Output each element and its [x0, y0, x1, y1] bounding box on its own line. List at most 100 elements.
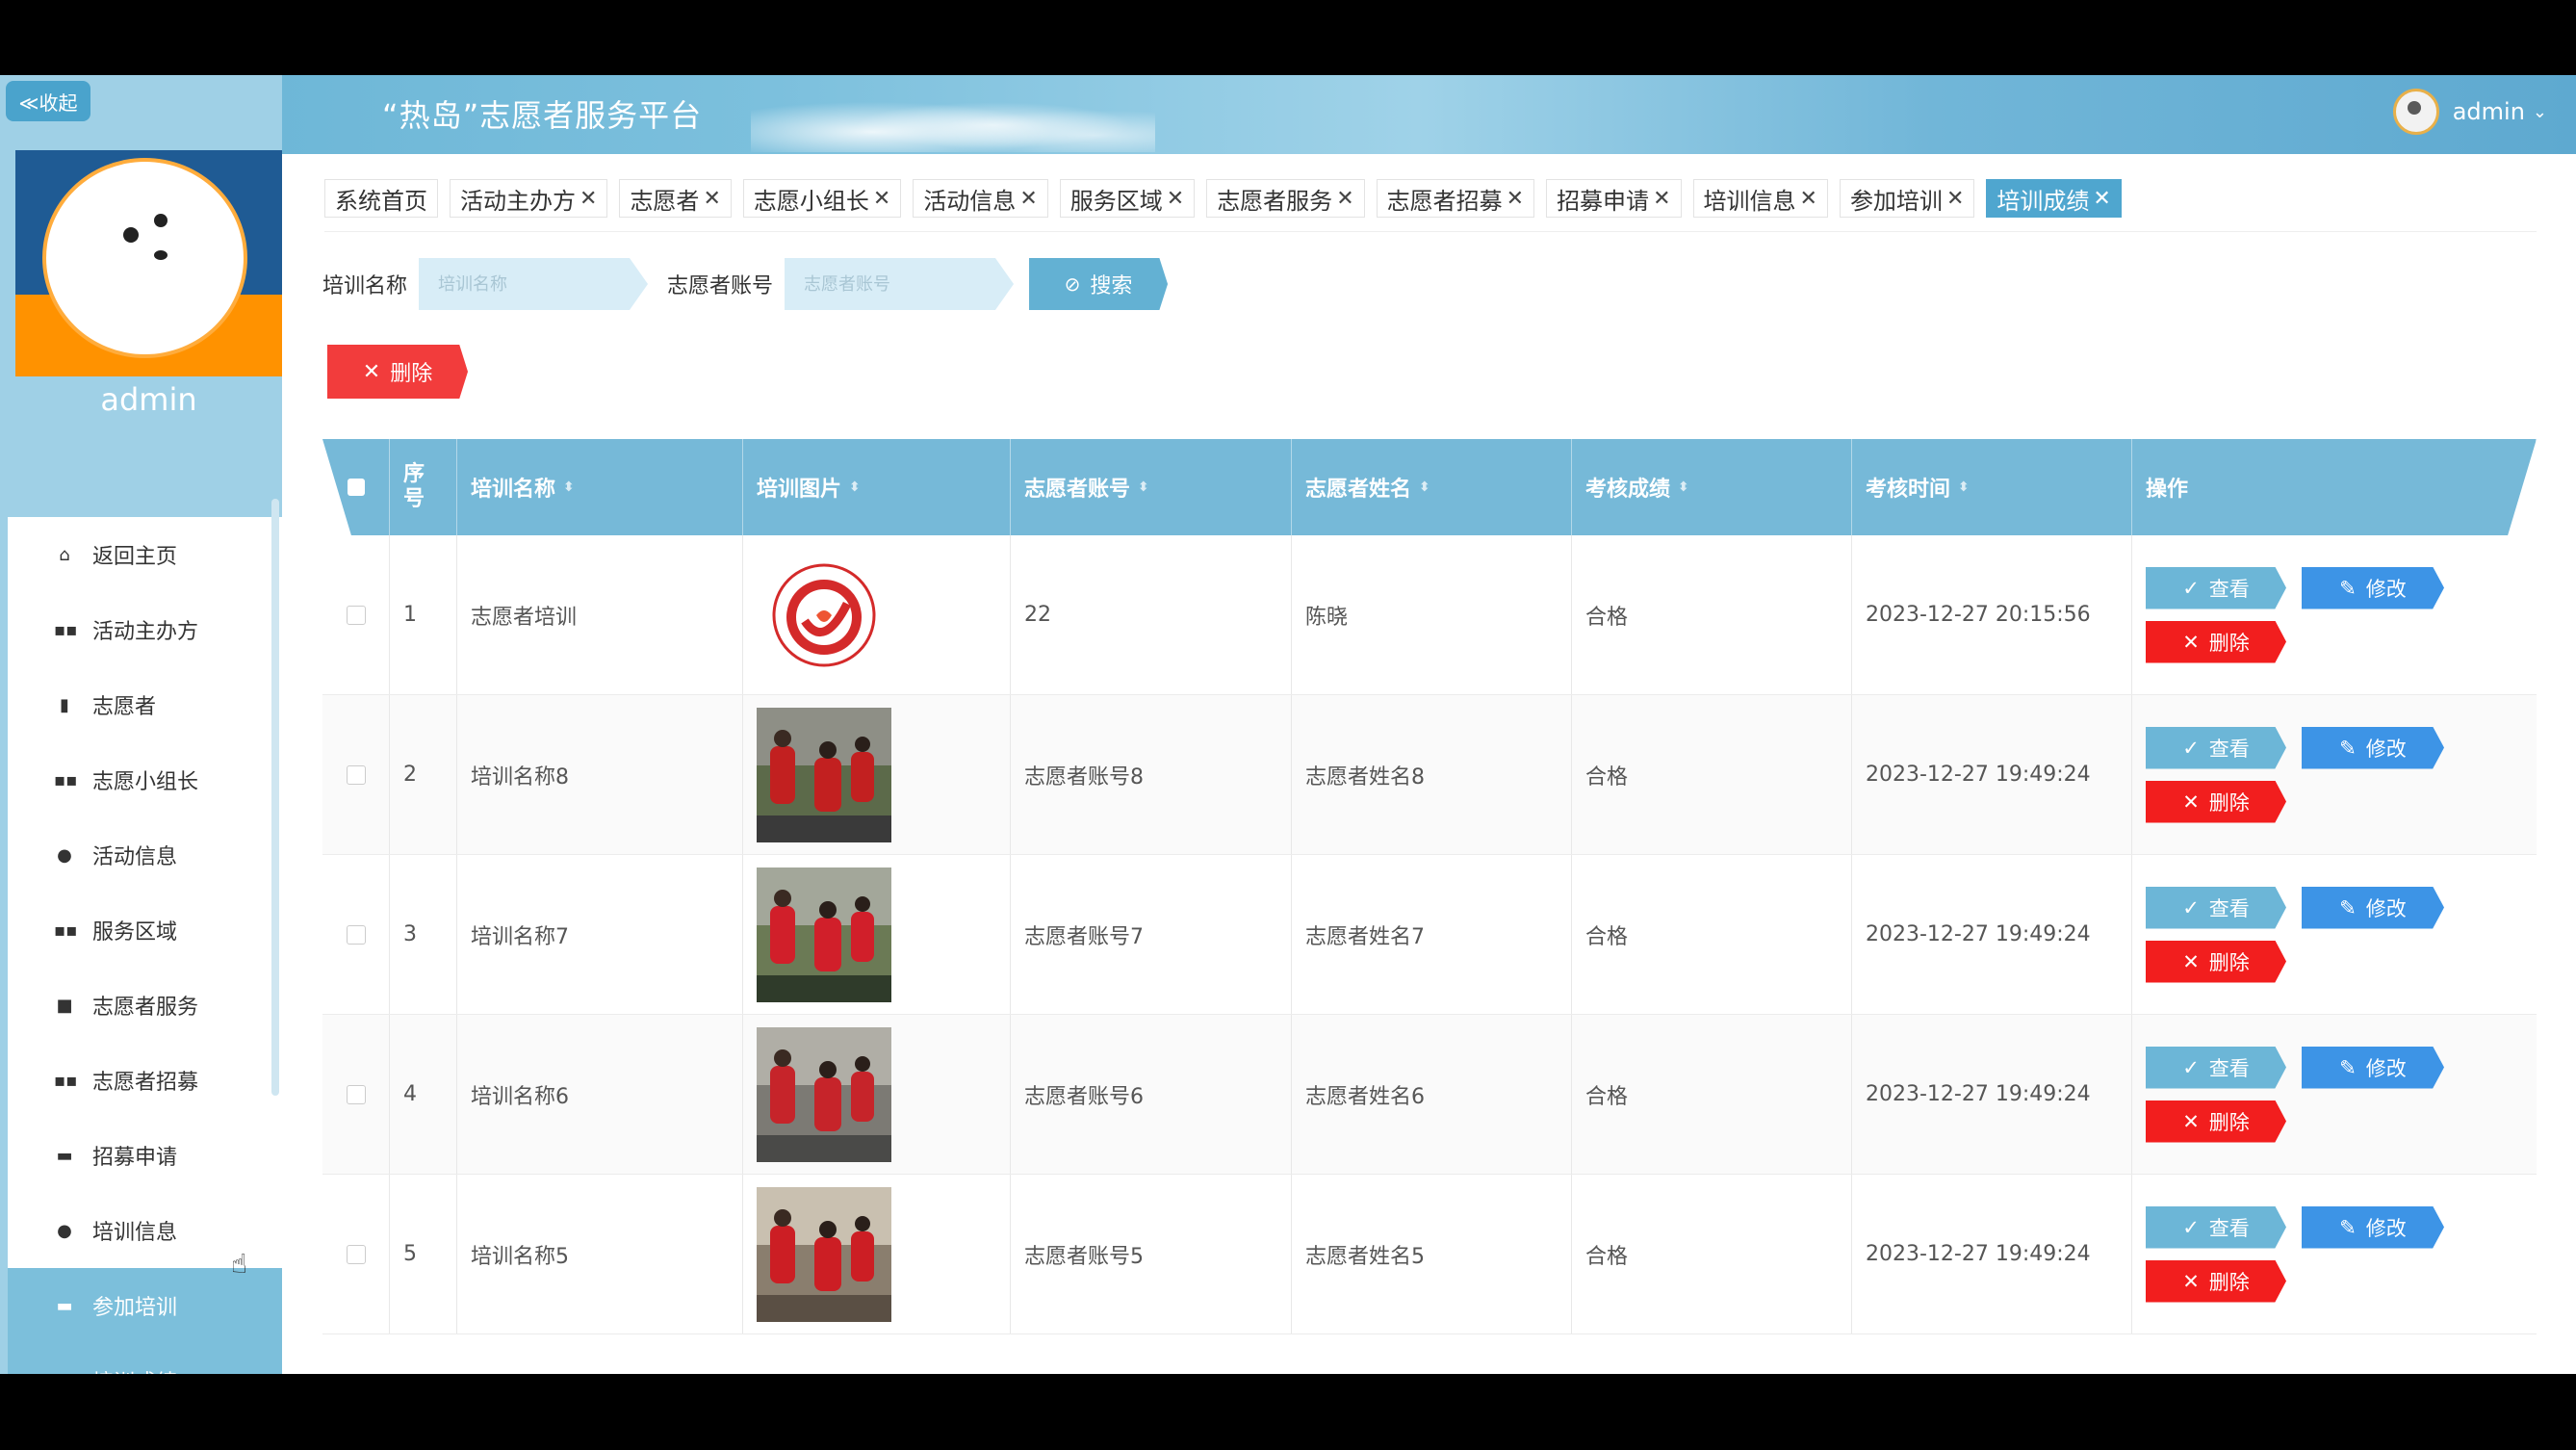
search-check-icon: ⊘: [1064, 272, 1081, 296]
video-icon: ■: [56, 995, 73, 1016]
close-icon[interactable]: ✕: [2093, 187, 2110, 211]
header-training-image-label: 培训图片: [757, 478, 842, 502]
sidebar-menu: ⌂ 返回主页 ▪▪ 活动主办方 ▮ 志愿者 ▪▪ 志愿小组长 ● 活动信息 ▪▪ 服务区域 ■ 志愿者服务…: [8, 517, 282, 1374]
header-score[interactable]: 考核成绩 ⬍: [1572, 439, 1852, 535]
grid-icon: ▪▪: [54, 919, 78, 941]
close-icon[interactable]: ✕: [1507, 187, 1524, 211]
batch-delete-button[interactable]: ✕ 删除: [327, 345, 468, 399]
close-icon[interactable]: ✕: [1653, 187, 1670, 211]
sidebar-admin-name: admin: [100, 381, 197, 418]
tab-9[interactable]: 培训信息 ✕: [1692, 179, 1828, 218]
mouse-pointer-icon: ☝: [231, 1248, 248, 1280]
close-icon[interactable]: ✕: [1336, 187, 1353, 211]
close-icon[interactable]: ✕: [703, 187, 720, 211]
view-button[interactable]: ✓ 查看: [2146, 726, 2286, 769]
tab-label: 志愿者: [630, 187, 700, 215]
close-icon[interactable]: ✕: [873, 187, 890, 211]
search-button[interactable]: ⊘ 搜索: [1029, 258, 1169, 310]
sidebar-item-label: 活动信息: [92, 845, 178, 869]
home-icon: ⌂: [59, 544, 70, 565]
delete-button[interactable]: ✕ 删除: [2146, 780, 2286, 823]
view-button[interactable]: ✓ 查看: [2146, 1205, 2286, 1249]
tab-3[interactable]: 志愿小组长 ✕: [742, 179, 902, 218]
tab-0[interactable]: 系统首页: [324, 179, 438, 218]
cell-time: 2023-12-27 19:49:24: [1852, 695, 2132, 854]
row-select-cell: [322, 855, 390, 1014]
header-volunteer-account-label: 志愿者账号: [1024, 478, 1131, 502]
row-checkbox[interactable]: [346, 605, 366, 625]
close-icon[interactable]: ✕: [1167, 187, 1184, 211]
sidebar-item-6[interactable]: ■ 志愿者服务: [8, 968, 282, 1043]
row-checkbox[interactable]: [346, 924, 366, 945]
close-icon: ✕: [2182, 1109, 2200, 1133]
view-button[interactable]: ✓ 查看: [2146, 566, 2286, 609]
cell-time-text: 2023-12-27 19:49:24: [1866, 763, 2091, 787]
tab-2[interactable]: 志愿者 ✕: [619, 179, 732, 218]
user-menu[interactable]: admin ⌄: [2392, 89, 2547, 135]
cell-time-text: 2023-12-27 19:49:24: [1866, 1082, 2091, 1106]
tab-1[interactable]: 活动主办方 ✕: [450, 179, 608, 218]
header-clouds: [751, 85, 1155, 152]
training-name-input[interactable]: [436, 272, 649, 296]
edit-button[interactable]: ✎ 修改: [2302, 886, 2444, 929]
row-checkbox[interactable]: [346, 764, 366, 785]
header-time[interactable]: 考核时间 ⬍: [1852, 439, 2132, 535]
sidebar-item-1[interactable]: ▪▪ 活动主办方: [8, 592, 282, 667]
tab-10[interactable]: 参加培训 ✕: [1839, 179, 1975, 218]
cell-no: 5: [390, 1175, 457, 1333]
view-button-label: 查看: [2208, 737, 2250, 761]
header-training-name[interactable]: 培训名称 ⬍: [457, 439, 743, 535]
sort-icon: ⬍: [1138, 479, 1149, 495]
close-icon[interactable]: ✕: [1800, 187, 1817, 211]
sidebar-item-11[interactable]: ▮ 培训成绩: [8, 1343, 282, 1374]
tab-6[interactable]: 志愿者服务 ✕: [1206, 179, 1365, 218]
tab-11[interactable]: 培训成绩 ✕: [1986, 179, 2122, 218]
header-training-image[interactable]: 培训图片 ⬍: [743, 439, 1011, 535]
tab-label: 志愿者服务: [1217, 187, 1333, 215]
close-icon[interactable]: ✕: [580, 187, 597, 211]
edit-button[interactable]: ✎ 修改: [2302, 1046, 2444, 1089]
cell-volunteer-account: 志愿者账号6: [1011, 1015, 1292, 1174]
edit-button[interactable]: ✎ 修改: [2302, 1205, 2444, 1249]
volunteer-account-input[interactable]: [802, 272, 1015, 296]
header-volunteer-account[interactable]: 志愿者账号 ⬍: [1011, 439, 1292, 535]
edit-icon: ✎: [2339, 1215, 2357, 1239]
edit-button[interactable]: ✎ 修改: [2302, 726, 2444, 769]
sidebar-item-7[interactable]: ▪▪ 志愿者招募: [8, 1043, 282, 1118]
cell-score: 合格: [1572, 1015, 1852, 1174]
edit-button[interactable]: ✎ 修改: [2302, 566, 2444, 609]
sidebar-item-0[interactable]: ⌂ 返回主页: [8, 517, 282, 592]
sidebar-item-8[interactable]: ▬ 招募申请: [8, 1118, 282, 1193]
sidebar-item-4[interactable]: ● 活动信息: [8, 817, 282, 893]
cell-volunteer-name-text: 陈晓: [1305, 605, 1349, 630]
header-no[interactable]: 序号: [390, 439, 457, 535]
sidebar-item-5[interactable]: ▪▪ 服务区域: [8, 893, 282, 968]
sidebar-item-label: 返回主页: [92, 545, 178, 569]
view-button[interactable]: ✓ 查看: [2146, 886, 2286, 929]
delete-button[interactable]: ✕ 删除: [2146, 620, 2286, 663]
close-icon[interactable]: ✕: [1019, 187, 1037, 211]
sidebar-item-2[interactable]: ▮ 志愿者: [8, 667, 282, 742]
sidebar-scrollbar[interactable]: [271, 499, 279, 1096]
row-checkbox[interactable]: [346, 1244, 366, 1264]
user-avatar-icon: [2392, 89, 2439, 135]
tab-8[interactable]: 招募申请 ✕: [1546, 179, 1682, 218]
delete-button[interactable]: ✕ 删除: [2146, 1259, 2286, 1303]
view-button[interactable]: ✓ 查看: [2146, 1046, 2286, 1089]
tab-4[interactable]: 活动信息 ✕: [913, 179, 1048, 218]
cell-volunteer-name: 陈晓: [1292, 535, 1572, 694]
grid-icon: ▪▪: [54, 1070, 78, 1091]
select-all-checkbox[interactable]: [347, 479, 365, 496]
row-checkbox[interactable]: [346, 1084, 366, 1104]
cell-score: 合格: [1572, 695, 1852, 854]
sidebar-item-3[interactable]: ▪▪ 志愿小组长: [8, 742, 282, 817]
delete-button[interactable]: ✕ 删除: [2146, 1100, 2286, 1143]
delete-button[interactable]: ✕ 删除: [2146, 940, 2286, 983]
sort-icon: ⬍: [1678, 479, 1689, 495]
header-volunteer-name[interactable]: 志愿者姓名 ⬍: [1292, 439, 1572, 535]
tab-7[interactable]: 志愿者招募 ✕: [1376, 179, 1535, 218]
tab-5[interactable]: 服务区域 ✕: [1059, 179, 1196, 218]
row-select-cell: [322, 1175, 390, 1333]
close-icon[interactable]: ✕: [1946, 187, 1964, 211]
collapse-button[interactable]: ≪收起: [6, 81, 90, 121]
